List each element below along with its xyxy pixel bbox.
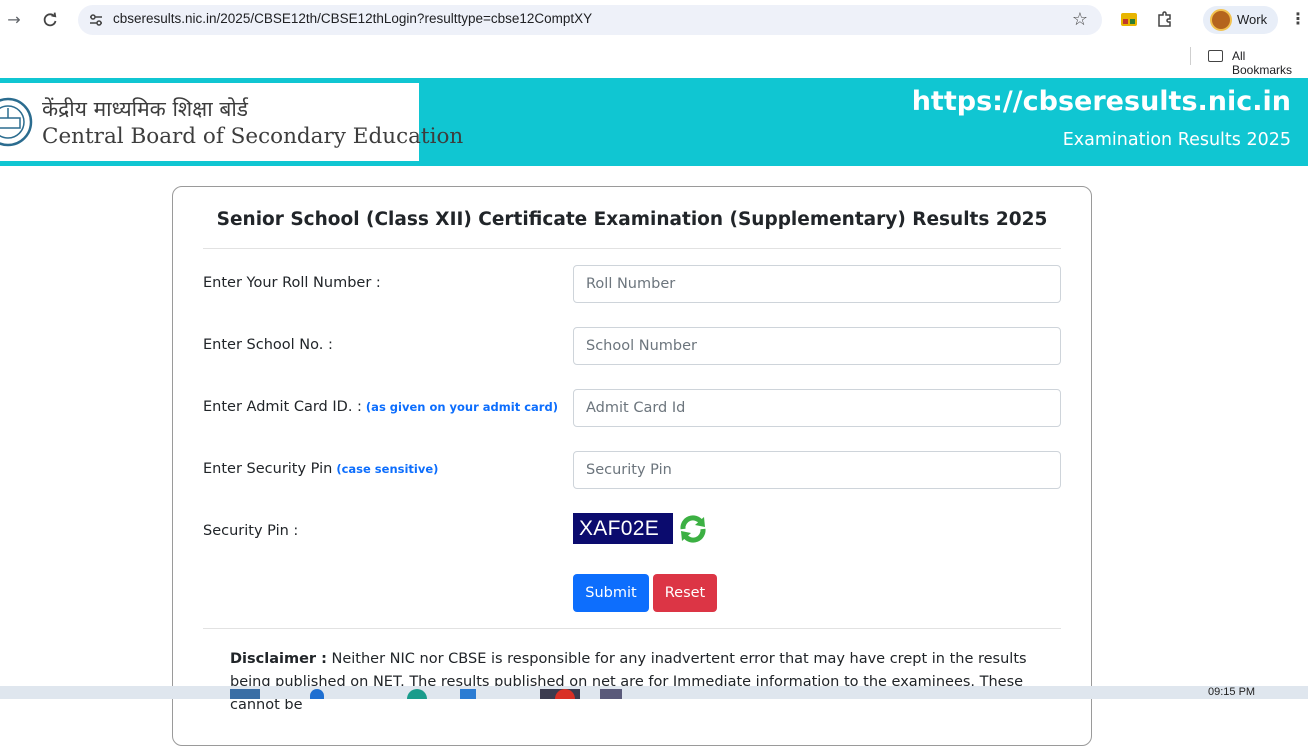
taskbar-app-icon[interactable] [600,689,622,699]
profile-label: Work [1237,12,1268,27]
profile-button[interactable]: Work [1203,6,1278,34]
security-pin-label-text: Enter Security Pin [203,461,333,477]
refresh-captcha-icon[interactable] [677,513,709,545]
os-taskbar: 09:15 PM [0,686,1308,699]
puzzle-icon[interactable] [1156,10,1174,28]
roll-number-input[interactable] [573,265,1061,303]
taskbar-app-icon[interactable] [407,689,427,699]
school-number-label: Enter School No. : [203,337,333,353]
captcha-image: XAF02E [573,513,673,544]
school-number-input[interactable] [573,327,1061,365]
star-icon[interactable]: ☆ [1072,9,1088,31]
extension-icon[interactable] [1120,10,1138,28]
admit-card-label: Enter Admit Card ID. : (as given on your … [203,399,558,415]
hindi-name: केंद्रीय माध्यमिक शिक्षा बोर्ड [42,97,249,121]
security-pin-note: (case sensitive) [336,462,439,476]
site-info-icon[interactable] [88,12,104,28]
site-header: केंद्रीय माध्यमिक शिक्षा बोर्ड Central B… [0,78,1308,166]
folder-icon [1208,50,1223,62]
taskbar-app-icon[interactable] [310,689,324,699]
roll-number-label: Enter Your Roll Number : [203,275,381,291]
taskbar-clock: 09:15 PM [1208,686,1256,698]
forward-icon[interactable]: → [3,9,25,31]
admit-card-input[interactable] [573,389,1061,427]
disclaimer-text: Neither NIC nor CBSE is responsible for … [230,651,1027,713]
submit-button[interactable]: Submit [573,574,649,612]
cbse-logo-box: केंद्रीय माध्यमिक शिक्षा बोर्ड Central B… [0,83,463,161]
cbse-seal-icon [0,97,33,147]
taskbar-app-icon[interactable] [230,689,260,699]
security-pin-input[interactable] [573,451,1061,489]
reload-icon[interactable] [39,9,61,31]
disclaimer: Disclaimer : Neither NIC nor CBSE is res… [230,648,1036,717]
bookmarks-divider [1190,47,1191,65]
english-name: Central Board of Secondary Education [42,124,464,149]
login-card: Senior School (Class XII) Certificate Ex… [172,186,1092,746]
taskbar-app-icon[interactable] [460,689,476,699]
address-bar[interactable]: cbseresults.nic.in/2025/CBSE12th/CBSE12t… [78,5,1102,35]
url-text[interactable]: cbseresults.nic.in/2025/CBSE12th/CBSE12t… [113,11,592,26]
security-pin-label: Enter Security Pin (case sensitive) [203,461,438,477]
admit-card-label-text: Enter Admit Card ID. : [203,399,362,415]
site-subtitle: Examination Results 2025 [1062,130,1291,150]
divider [203,248,1061,249]
site-url: https://cbseresults.nic.in [911,86,1291,117]
all-bookmarks-link[interactable]: All Bookmarks [1232,49,1308,77]
admit-card-note: (as given on your admit card) [365,400,558,414]
disclaimer-heading: Disclaimer : [230,651,327,667]
menu-icon[interactable]: ⋮ [1290,8,1306,30]
reset-button[interactable]: Reset [653,574,717,612]
page-title: Senior School (Class XII) Certificate Ex… [216,209,1048,230]
divider [203,628,1061,629]
captcha-label: Security Pin : [203,523,299,539]
avatar [1210,9,1232,31]
browser-chrome: → cbseresults.nic.in/2025/CBSE12th/CBSE1… [0,0,1308,78]
